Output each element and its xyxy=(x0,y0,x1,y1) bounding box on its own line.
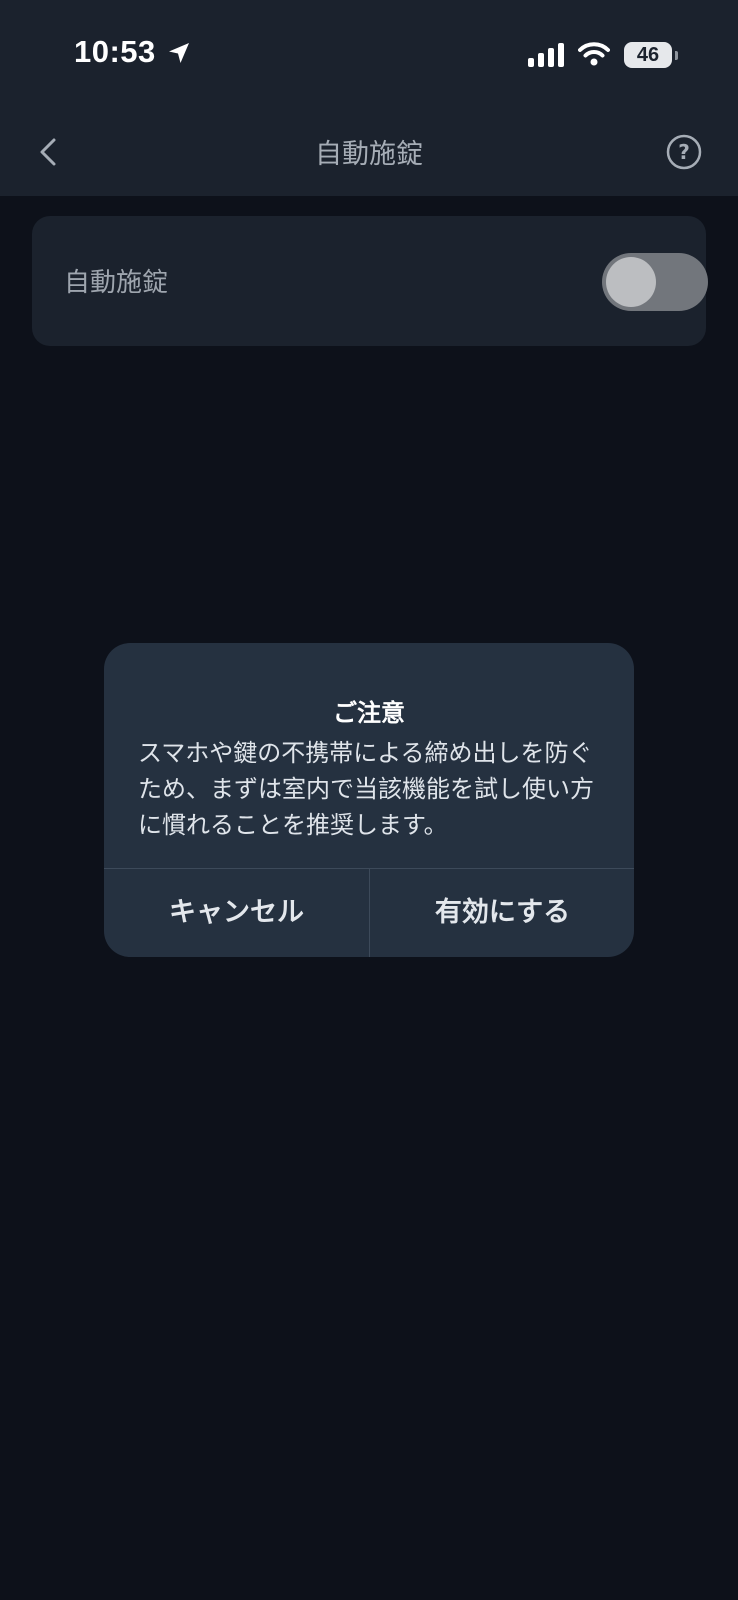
battery-icon: 46 xyxy=(624,42,678,68)
dialog-title: ご注意 xyxy=(333,699,405,727)
auto-lock-setting-card: 自動施錠 xyxy=(32,216,708,346)
enable-button[interactable]: 有効にする xyxy=(370,869,634,957)
toggle-knob xyxy=(606,257,656,307)
auto-lock-toggle[interactable] xyxy=(602,253,708,311)
dialog-message: スマホや鍵の不携帯による締め出しを防ぐため、まずは室内で当該機能を試し使い方に慣… xyxy=(138,739,594,839)
cancel-button[interactable]: キャンセル xyxy=(104,869,369,957)
status-bar: 10:53 46 xyxy=(0,0,738,110)
wifi-icon xyxy=(578,42,610,66)
top-area: 10:53 46 自動施錠 ? xyxy=(0,0,738,196)
status-time: 10:53 xyxy=(74,34,156,69)
cellular-signal-icon xyxy=(528,43,564,67)
dialog-buttons: キャンセル 有効にする xyxy=(104,869,634,957)
nav-bar: 自動施錠 ? xyxy=(0,110,738,196)
question-circle-icon[interactable]: ? xyxy=(666,134,702,170)
auto-lock-label: 自動施錠 xyxy=(64,268,169,298)
page-title: 自動施錠 xyxy=(315,139,423,170)
battery-level: 46 xyxy=(636,44,660,66)
main-content: 自動施錠 ご注意 スマホや鍵の不携帯による締め出しを防ぐため、まずは室内で当該機… xyxy=(0,196,738,1600)
battery-cap xyxy=(675,51,678,60)
location-arrow-icon xyxy=(169,43,189,63)
svg-text:?: ? xyxy=(678,140,690,164)
warning-dialog: ご注意 スマホや鍵の不携帯による締め出しを防ぐため、まずは室内で当該機能を試し使… xyxy=(104,643,634,957)
